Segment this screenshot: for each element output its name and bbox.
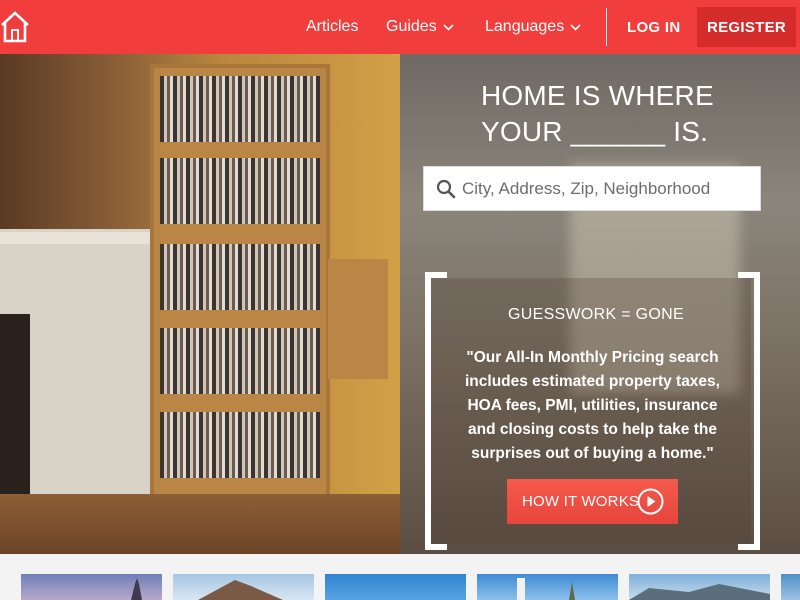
promo-quote: "Our All-In Monthly Pricing search inclu… xyxy=(465,349,720,462)
nav-languages-dropdown[interactable]: Languages xyxy=(485,0,581,54)
chevron-down-icon xyxy=(443,23,454,31)
thumbnail-mountain[interactable] xyxy=(173,574,314,600)
record-shelf-illustration xyxy=(150,64,330,534)
coast-hills-image xyxy=(629,584,770,600)
chevron-down-icon xyxy=(570,23,581,31)
nav-languages-label: Languages xyxy=(485,18,565,35)
hero-headline-line2: YOUR ______ IS. xyxy=(481,116,709,147)
mantel-illustration xyxy=(0,232,160,244)
shelf-row xyxy=(160,328,320,394)
location-search-input[interactable] xyxy=(462,178,752,199)
hero-banner: HOME IS WHERE YOUR ______ IS. GUESSWORK … xyxy=(0,54,800,554)
nav-articles-label: Articles xyxy=(306,18,359,35)
search-icon xyxy=(436,179,456,198)
listing-thumbnail-strip xyxy=(0,554,800,600)
hero-photo-living-room xyxy=(0,54,400,554)
how-it-works-button[interactable]: HOW IT WORKS xyxy=(507,479,678,524)
thumbnail-building[interactable] xyxy=(477,574,618,600)
thumbnail-partial[interactable] xyxy=(781,574,800,600)
register-button[interactable]: REGISTER xyxy=(697,7,796,47)
house-logo-icon[interactable] xyxy=(0,10,30,44)
shelf-row xyxy=(160,76,320,142)
hero-headline: HOME IS WHERE YOUR ______ IS. xyxy=(481,78,714,150)
thumbnail-coast[interactable] xyxy=(629,574,770,600)
building-image xyxy=(517,578,575,600)
location-search-box[interactable] xyxy=(423,166,761,211)
floor-illustration xyxy=(0,494,400,554)
nav-guides-label: Guides xyxy=(386,18,437,35)
shelf-row xyxy=(160,412,320,478)
nav-guides-dropdown[interactable]: Guides xyxy=(386,0,454,54)
promo-title: GUESSWORK = GONE xyxy=(508,306,684,323)
how-it-works-label: HOW IT WORKS xyxy=(522,493,640,510)
login-link[interactable]: LOG IN xyxy=(627,0,680,54)
nav-divider xyxy=(606,8,607,46)
top-navbar: Articles Guides Languages LOG IN REGISTE… xyxy=(0,0,800,54)
city-spire-image xyxy=(131,578,142,600)
thumbnail-city[interactable] xyxy=(21,574,162,600)
thumbnail-sky[interactable] xyxy=(325,574,466,600)
hero-headline-line1: HOME IS WHERE xyxy=(481,80,714,111)
mountain-image xyxy=(198,580,283,600)
shelf-row xyxy=(160,244,320,310)
nav-articles-link[interactable]: Articles xyxy=(306,0,358,54)
play-circle-icon xyxy=(637,488,664,515)
shelf-row xyxy=(160,158,320,224)
